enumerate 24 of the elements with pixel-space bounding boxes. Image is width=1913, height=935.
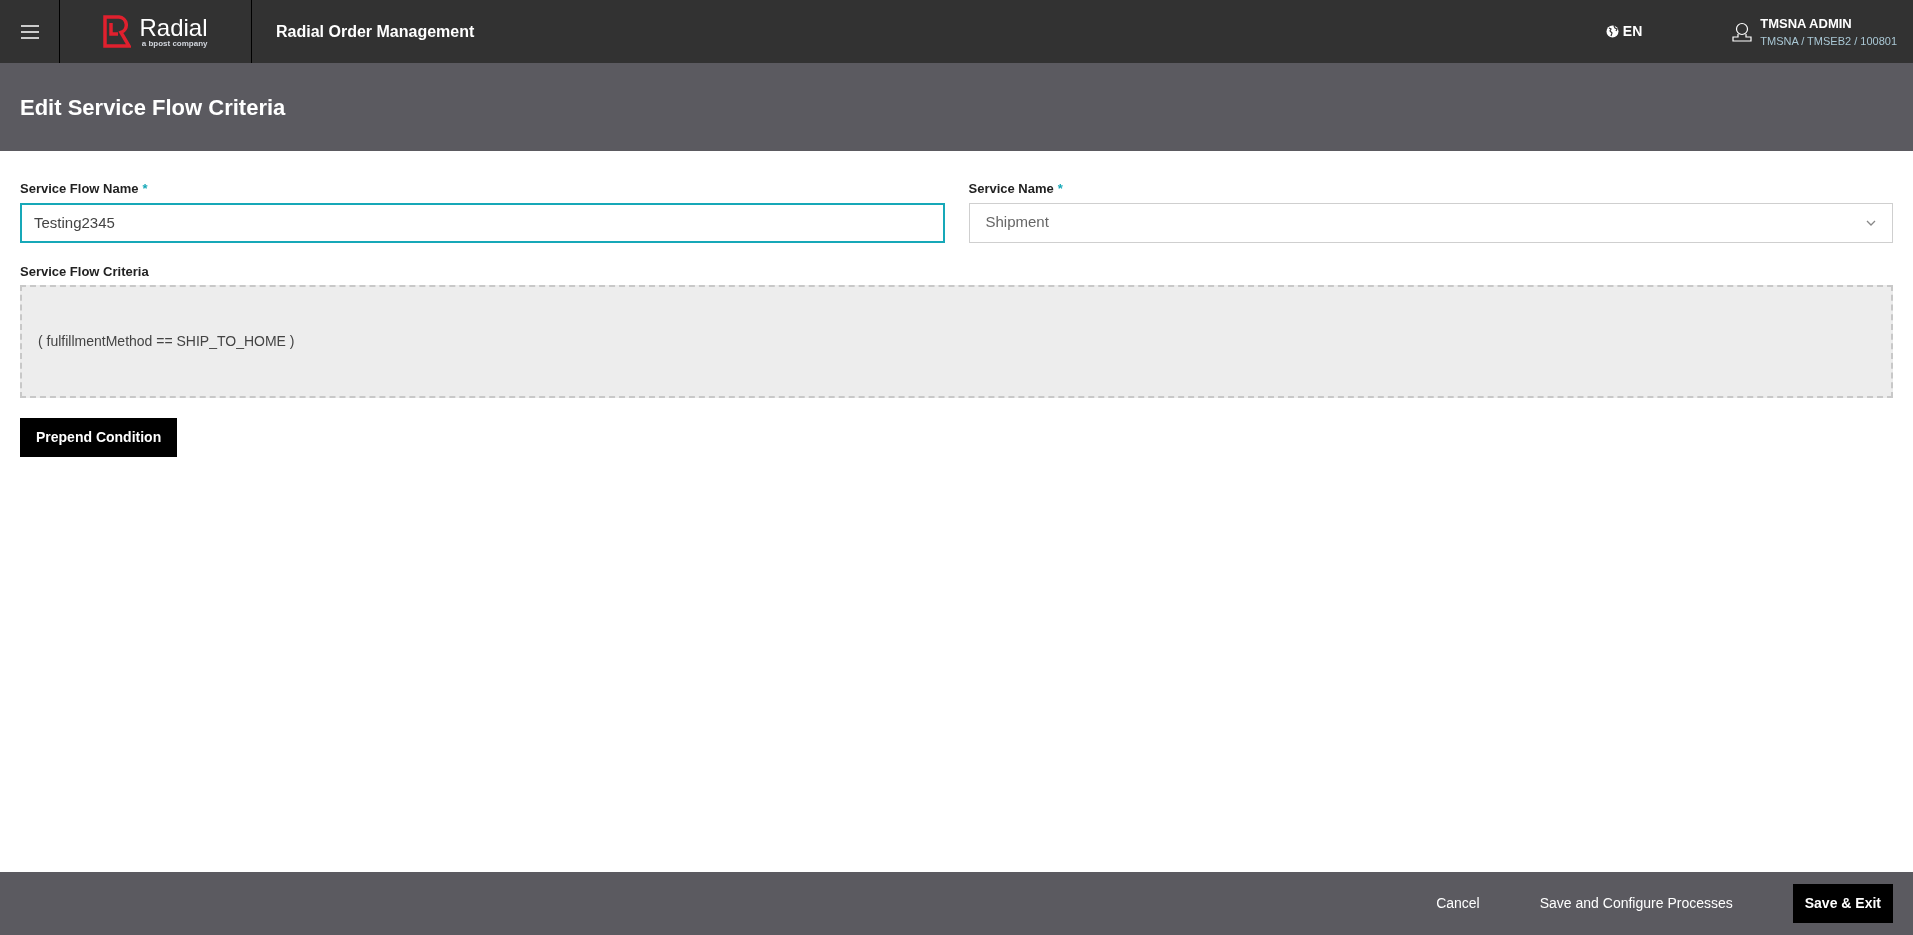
user-name: TMSNA ADMIN xyxy=(1760,14,1853,33)
required-mark: * xyxy=(1057,180,1063,198)
required-mark: * xyxy=(142,180,148,198)
logo-icon xyxy=(103,15,132,48)
service-flow-name-field[interactable]: Testing2345 xyxy=(20,202,945,243)
footer-button[interactable]: Save and Configure Processes xyxy=(1519,884,1753,923)
footer-button[interactable]: Cancel xyxy=(1416,884,1500,923)
menu-icon xyxy=(20,24,39,39)
logo-tagline: a bpost company xyxy=(141,39,208,48)
field-label: Service Name xyxy=(968,180,1054,198)
language-button[interactable]: EN xyxy=(1605,21,1643,42)
logo-text: Radial xyxy=(139,15,208,40)
prepend-condition-button[interactable]: Prepend Condition xyxy=(20,418,178,457)
criteria-expression: ( fulfillmentMethod == SHIP_TO_HOME ) xyxy=(38,332,295,351)
field-label: Service Flow Criteria xyxy=(20,262,150,281)
service-name-dropdown[interactable]: Shipment xyxy=(968,202,1893,243)
user-context: TMSNA / TMSEB2 / 100801 xyxy=(1760,34,1897,49)
field-label: Service Flow Name xyxy=(20,180,139,198)
user-icon xyxy=(1732,21,1753,42)
page-title: Edit Service Flow Criteria xyxy=(20,93,286,122)
chevron-down-icon xyxy=(1866,219,1876,226)
globe-icon xyxy=(1605,25,1619,38)
save-exit-button[interactable]: Save & Exit xyxy=(1792,884,1893,923)
app-title: Radial Order Management xyxy=(276,21,475,42)
